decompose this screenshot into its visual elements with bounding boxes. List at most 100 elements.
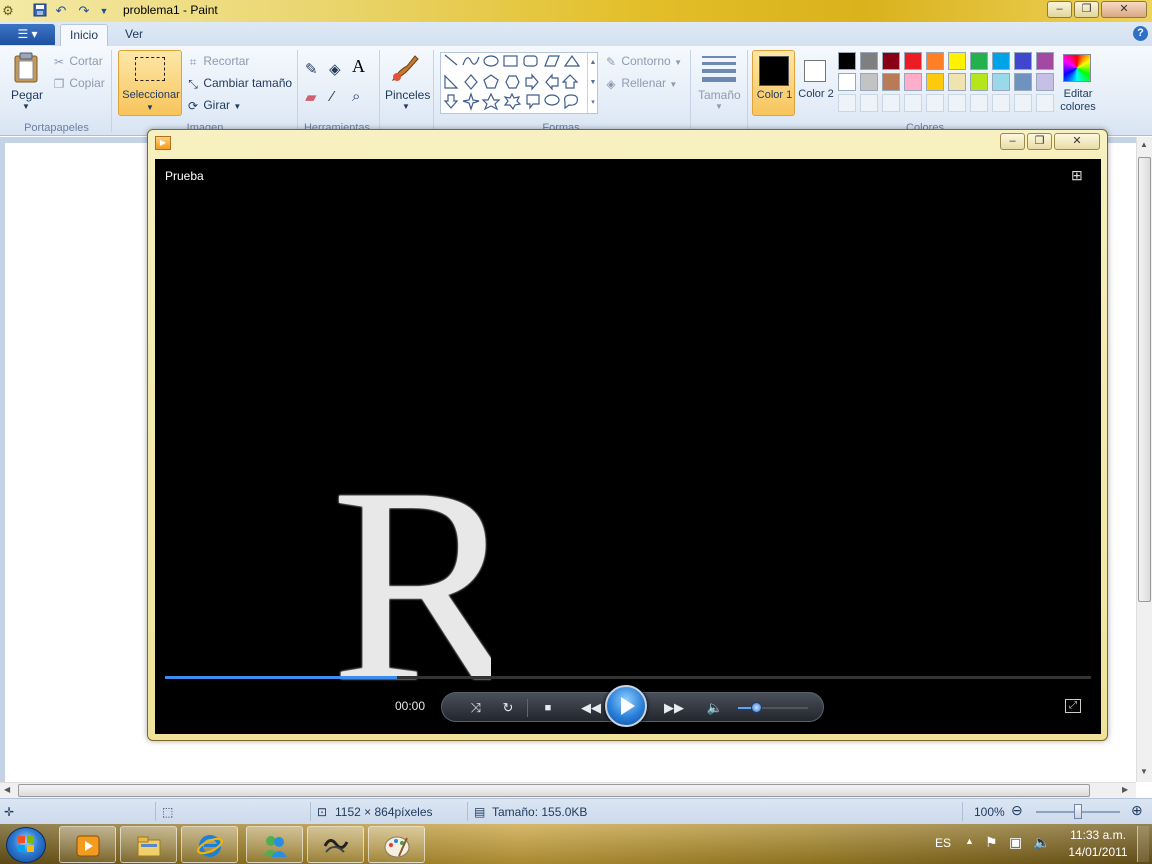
size-button[interactable]: Tamaño bbox=[698, 88, 741, 102]
paste-button[interactable]: Pegar bbox=[11, 88, 43, 102]
horizontal-scrollbar[interactable]: ◀ ▶ bbox=[0, 782, 1136, 798]
taskbar-media-player[interactable] bbox=[59, 826, 116, 863]
player-maximize-button[interactable]: ❐ bbox=[1027, 133, 1052, 150]
player-minimize-button[interactable]: – bbox=[1000, 133, 1025, 150]
crop-button[interactable]: Recortar bbox=[203, 54, 249, 68]
cut-button[interactable]: Cortar bbox=[69, 54, 102, 68]
palette-swatch[interactable] bbox=[860, 73, 878, 91]
seek-bar[interactable] bbox=[165, 676, 1091, 679]
paint-app-icon[interactable]: ⚙ bbox=[0, 3, 16, 19]
volume-thumb[interactable] bbox=[750, 702, 762, 713]
volume-icon[interactable]: 🔈 bbox=[705, 699, 725, 717]
undo-icon[interactable]: ↶ bbox=[53, 3, 69, 19]
repeat-icon[interactable]: ↻ bbox=[498, 699, 518, 717]
close-button[interactable]: ✕ bbox=[1101, 1, 1147, 18]
show-hidden-icons-icon[interactable]: ▲ bbox=[965, 836, 974, 846]
color2-button[interactable]: Color 2 bbox=[797, 50, 835, 116]
palette-swatch[interactable] bbox=[992, 52, 1010, 70]
player-close-button[interactable]: ✕ bbox=[1054, 133, 1100, 150]
eraser-icon[interactable]: ▰ bbox=[305, 88, 317, 106]
palette-swatch[interactable] bbox=[1036, 52, 1054, 70]
scroll-up-icon[interactable]: ▲ bbox=[1140, 140, 1148, 149]
paste-icon[interactable] bbox=[12, 52, 42, 83]
palette-empty-slot[interactable] bbox=[992, 94, 1010, 112]
taskbar-internet-explorer[interactable] bbox=[181, 826, 238, 863]
palette-swatch[interactable] bbox=[992, 73, 1010, 91]
volume-tray-icon[interactable]: 🔈 bbox=[1033, 834, 1050, 851]
palette-swatch[interactable] bbox=[1014, 52, 1032, 70]
palette-swatch[interactable] bbox=[860, 52, 878, 70]
taskbar-explorer[interactable] bbox=[120, 826, 177, 863]
maximize-button[interactable]: ❐ bbox=[1074, 1, 1099, 18]
scroll-right-icon[interactable]: ▶ bbox=[1122, 785, 1128, 794]
switch-to-library-icon[interactable]: ⊞ bbox=[1071, 167, 1083, 184]
tab-ver[interactable]: Ver bbox=[114, 24, 154, 46]
video-area[interactable]: Prueba ⊞ R 00:00 ⤨ ↻ ■ ◀◀ ▶▶ 🔈 ⤢ bbox=[155, 159, 1101, 734]
copy-button[interactable]: Copiar bbox=[69, 76, 104, 90]
customize-toolbar-icon[interactable]: ▼ bbox=[96, 3, 112, 19]
vertical-scrollbar[interactable]: ▲ ▼ bbox=[1136, 137, 1152, 782]
palette-empty-slot[interactable] bbox=[904, 94, 922, 112]
clock-date[interactable]: 14/01/2011 bbox=[1065, 845, 1131, 859]
brush-icon[interactable] bbox=[389, 52, 419, 82]
text-tool-icon[interactable]: A bbox=[352, 56, 365, 77]
palette-swatch[interactable] bbox=[838, 73, 856, 91]
scroll-left-icon[interactable]: ◀ bbox=[4, 785, 10, 794]
paint-menu-button[interactable]: ☰ ▾ bbox=[0, 24, 55, 45]
shuffle-icon[interactable]: ⤨ bbox=[466, 699, 486, 717]
clock-time[interactable]: 11:33 a.m. bbox=[1065, 828, 1131, 842]
palette-empty-slot[interactable] bbox=[926, 94, 944, 112]
language-indicator[interactable]: ES bbox=[935, 836, 951, 850]
palette-swatch[interactable] bbox=[882, 52, 900, 70]
previous-icon[interactable]: ◀◀ bbox=[578, 699, 604, 717]
start-button[interactable] bbox=[6, 827, 46, 863]
scroll-down-icon[interactable]: ▼ bbox=[1140, 767, 1148, 776]
palette-swatch[interactable] bbox=[1036, 73, 1054, 91]
palette-swatch[interactable] bbox=[838, 52, 856, 70]
edit-colors-icon[interactable] bbox=[1063, 54, 1091, 82]
brushes-dropdown-icon[interactable]: ▼ bbox=[402, 102, 410, 111]
taskbar-paint[interactable] bbox=[368, 826, 425, 863]
stop-icon[interactable]: ■ bbox=[538, 699, 558, 717]
resize-button[interactable]: Cambiar tamaño bbox=[203, 76, 292, 90]
palette-swatch[interactable] bbox=[948, 73, 966, 91]
select-button[interactable]: Seleccionar ▼ bbox=[118, 50, 182, 116]
palette-empty-slot[interactable] bbox=[948, 94, 966, 112]
horizontal-scroll-thumb[interactable] bbox=[18, 784, 1090, 797]
volume-slider[interactable] bbox=[738, 702, 808, 713]
palette-empty-slot[interactable] bbox=[1014, 94, 1032, 112]
brushes-button[interactable]: Pinceles bbox=[385, 88, 430, 102]
size-icon[interactable] bbox=[702, 56, 736, 82]
palette-empty-slot[interactable] bbox=[882, 94, 900, 112]
palette-swatch[interactable] bbox=[926, 73, 944, 91]
palette-swatch[interactable] bbox=[948, 52, 966, 70]
taskbar-messenger[interactable] bbox=[246, 826, 303, 863]
taskbar-app[interactable] bbox=[307, 826, 364, 863]
palette-empty-slot[interactable] bbox=[1036, 94, 1054, 112]
rotate-button[interactable]: Girar bbox=[203, 98, 230, 112]
outline-button[interactable]: Contorno bbox=[621, 54, 670, 68]
fill-button[interactable]: Rellenar bbox=[621, 76, 666, 90]
size-dropdown-icon[interactable]: ▼ bbox=[715, 102, 723, 111]
magnifier-icon[interactable]: ⌕ bbox=[352, 88, 360, 105]
palette-swatch[interactable] bbox=[904, 73, 922, 91]
zoom-thumb[interactable] bbox=[1074, 804, 1082, 819]
action-center-flag-icon[interactable]: ⚑ bbox=[985, 834, 998, 851]
zoom-out-icon[interactable]: ⊖ bbox=[1011, 802, 1023, 819]
paste-dropdown-icon[interactable]: ▼ bbox=[22, 102, 30, 111]
palette-swatch[interactable] bbox=[882, 73, 900, 91]
palette-swatch[interactable] bbox=[904, 52, 922, 70]
shapes-scroll-icon[interactable]: ▲ ▼ ▾ bbox=[587, 53, 598, 113]
color1-button[interactable]: Color 1 bbox=[752, 50, 795, 116]
color-picker-icon[interactable]: ⁄ bbox=[331, 88, 334, 105]
minimize-button[interactable]: – bbox=[1047, 1, 1072, 18]
palette-swatch[interactable] bbox=[1014, 73, 1032, 91]
next-icon[interactable]: ▶▶ bbox=[661, 699, 687, 717]
palette-swatch[interactable] bbox=[926, 52, 944, 70]
palette-empty-slot[interactable] bbox=[970, 94, 988, 112]
redo-icon[interactable]: ↷ bbox=[76, 3, 92, 19]
vertical-scroll-thumb[interactable] bbox=[1138, 157, 1151, 602]
zoom-slider[interactable] bbox=[1036, 804, 1120, 819]
palette-empty-slot[interactable] bbox=[860, 94, 878, 112]
pencil-icon[interactable]: ✎ bbox=[305, 60, 318, 78]
